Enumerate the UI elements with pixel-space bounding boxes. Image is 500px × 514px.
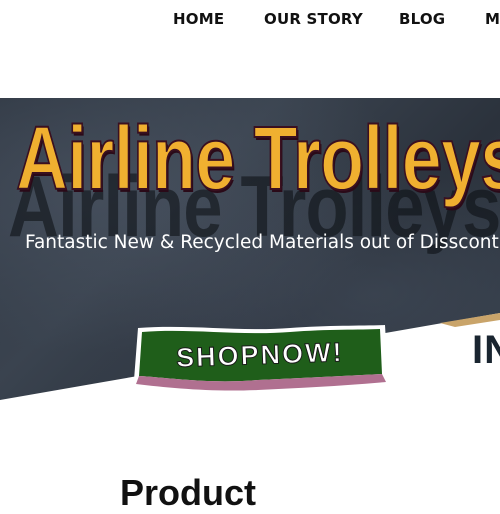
nav-home-link[interactable]: HOME: [173, 10, 224, 28]
shop-now-button[interactable]: SHOPNOW!: [130, 322, 390, 392]
nav-more-link[interactable]: M: [485, 10, 500, 28]
partner-logo-partial: IN: [472, 328, 500, 372]
nav-our-story-link[interactable]: OUR STORY: [264, 10, 363, 28]
shop-now-banner-graphic: SHOPNOW!: [134, 325, 388, 391]
shop-now-label: SHOPNOW!: [176, 337, 344, 373]
section-heading: Product: [120, 472, 257, 513]
main-nav: HOME OUR STORY BLOG M: [0, 0, 500, 40]
nav-blog-link[interactable]: BLOG: [399, 10, 445, 28]
